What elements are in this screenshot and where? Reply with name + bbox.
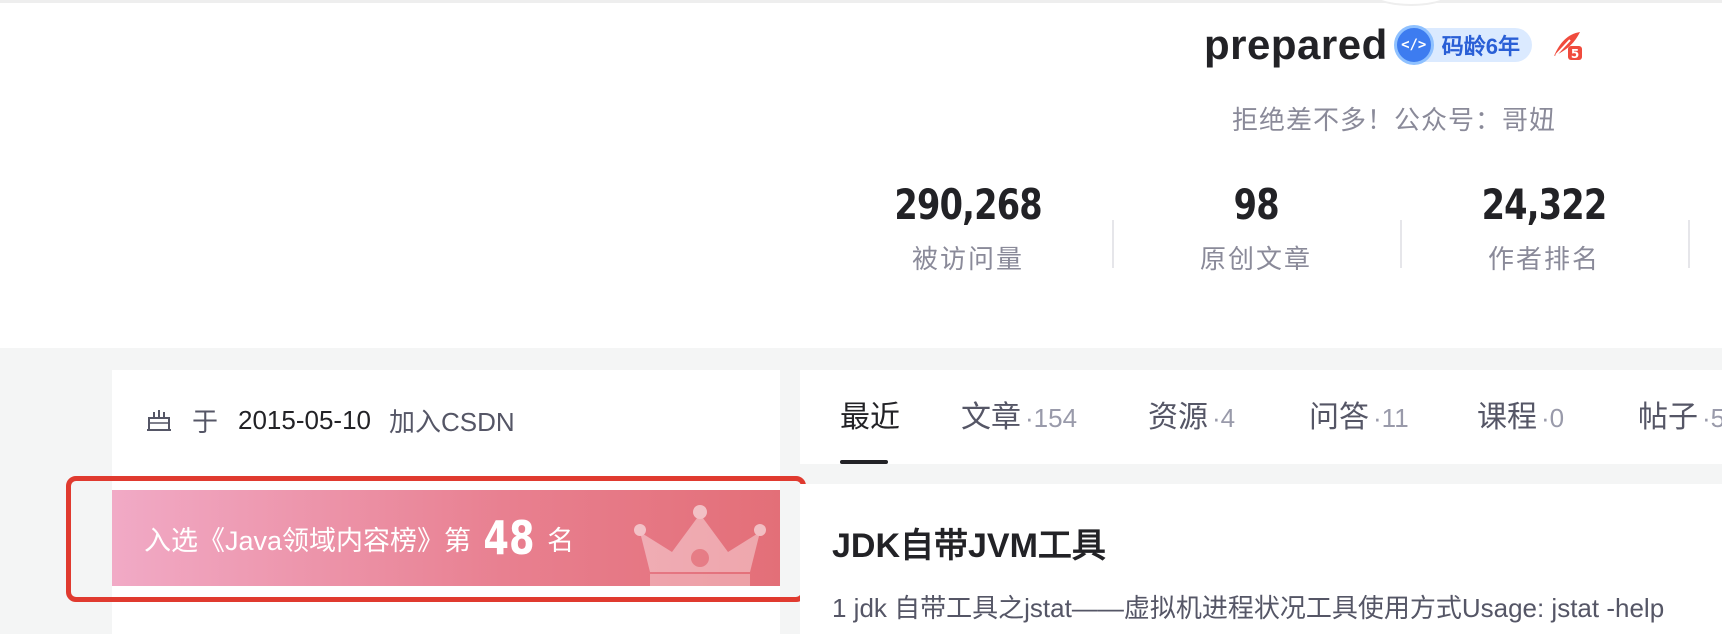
stat-articles[interactable]: 98 原创文章 — [1112, 180, 1400, 276]
stat-visits[interactable]: 290,268 被访问量 — [824, 180, 1112, 276]
tab-qa[interactable]: 问答 ·11 — [1309, 392, 1409, 442]
profile-header: prepared </> 码龄6年 5 拒绝差不多！公众号：哥妞 290,268… — [0, 0, 1722, 348]
content-tabs: 最近 文章 ·154 资源 ·4 问答 ·11 课程 ·0 帖子 ·5 — [800, 370, 1722, 464]
active-tab-indicator — [840, 460, 888, 464]
stat-label: 作者排名 — [1487, 244, 1600, 274]
highlight-box — [66, 476, 806, 602]
tab-label: 资源 — [1148, 401, 1208, 434]
stat-value: 24,322 — [1481, 180, 1608, 229]
tab-recent[interactable]: 最近 — [840, 392, 904, 442]
code-age-badge[interactable]: </> 码龄6年 — [1393, 25, 1532, 65]
tab-count: ·4 — [1212, 403, 1236, 433]
article-summary: 1 jdk 自带工具之jstat——虚拟机进程状况工具使用方式Usage: js… — [832, 593, 1665, 623]
user-row: prepared </> 码龄6年 5 — [1204, 20, 1584, 70]
tab-count: ·154 — [1025, 403, 1078, 433]
stat-rank[interactable]: 24,322 作者排名 — [1400, 180, 1688, 276]
join-info: 于 2015-05-10 加入CSDN — [146, 400, 515, 440]
article-item[interactable]: JDK自带JVM工具 1 jdk 自带工具之jstat——虚拟机进程状况工具使用… — [800, 484, 1722, 634]
username[interactable]: prepared — [1204, 21, 1388, 69]
feather-icon[interactable]: 5 — [1550, 28, 1584, 62]
article-title[interactable]: JDK自带JVM工具 — [832, 518, 1106, 567]
code-age-label: 码龄6年 — [1441, 34, 1520, 59]
tab-count: ·11 — [1373, 403, 1409, 433]
tab-count: ·0 — [1541, 403, 1565, 433]
join-date: 2015-05-10 — [238, 404, 372, 435]
tab-resources[interactable]: 资源 ·4 — [1148, 392, 1235, 442]
tab-courses[interactable]: 课程 ·0 — [1477, 392, 1564, 442]
tab-count: ·5 — [1702, 403, 1722, 433]
tab-posts[interactable]: 帖子 ·5 — [1638, 392, 1722, 442]
tab-label: 问答 — [1309, 401, 1369, 434]
tab-label: 最近 — [840, 401, 900, 434]
stat-label: 被访问量 — [911, 244, 1024, 274]
stat-value: 290,268 — [894, 180, 1042, 229]
tab-label: 课程 — [1477, 401, 1537, 434]
signature: 拒绝差不多！公众号：哥妞 — [1232, 105, 1557, 135]
stat-value: 98 — [1233, 180, 1279, 229]
stat-divider — [1688, 220, 1690, 268]
svg-text:5: 5 — [1571, 47, 1579, 61]
avatar[interactable] — [1366, 0, 1456, 6]
tab-label: 文章 — [961, 401, 1021, 434]
join-suffix: 加入CSDN — [389, 406, 515, 437]
code-age-icon: </> — [1393, 25, 1434, 65]
stat-label: 原创文章 — [1199, 244, 1312, 274]
cake-icon — [146, 407, 172, 433]
join-prefix: 于 — [192, 406, 219, 437]
tab-label: 帖子 — [1638, 401, 1698, 434]
tab-articles[interactable]: 文章 ·154 — [961, 392, 1077, 442]
